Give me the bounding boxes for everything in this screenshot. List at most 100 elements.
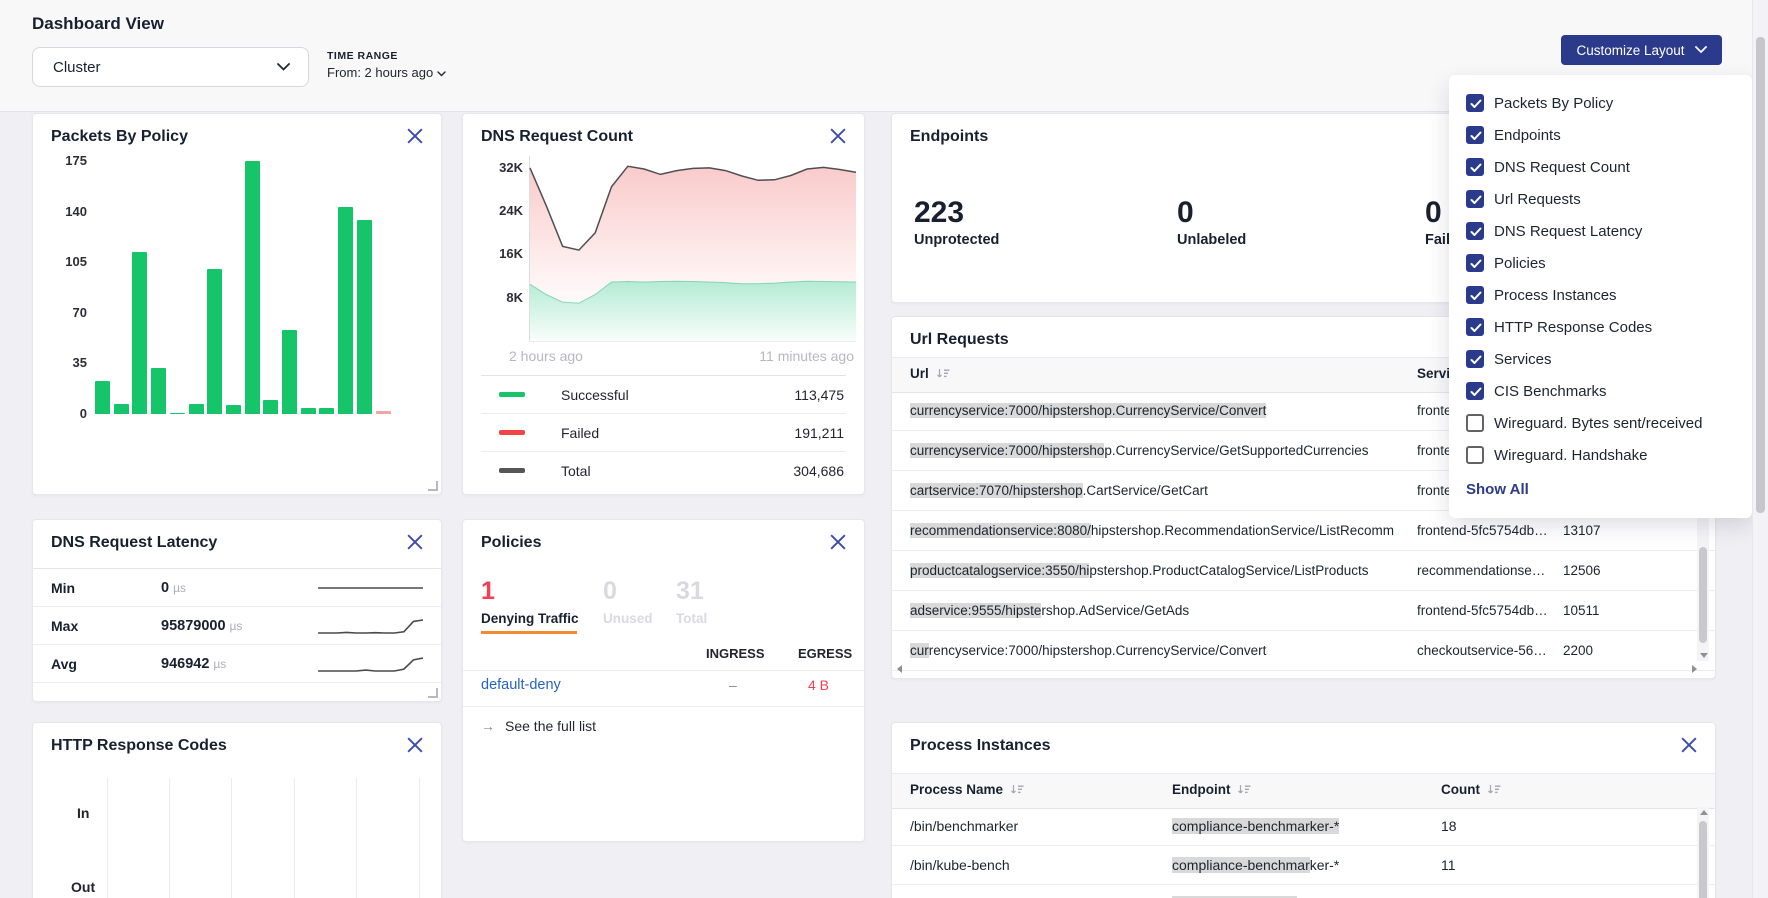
sparkline <box>318 615 423 637</box>
close-icon[interactable] <box>830 534 846 550</box>
arrow-right-icon: → <box>481 718 495 734</box>
close-icon[interactable] <box>407 128 423 144</box>
menu-item-cis-benchmarks[interactable]: CIS Benchmarks <box>1449 375 1752 407</box>
checkbox-icon[interactable] <box>1466 254 1484 272</box>
stat-denying-traffic[interactable]: 1 Denying Traffic <box>481 578 579 626</box>
show-all-link[interactable]: Show All <box>1466 481 1752 498</box>
time-range: TIME RANGE From: 2 hours ago <box>327 50 446 80</box>
x-label-right: 11 minutes ago <box>759 348 854 364</box>
ingress-value: – <box>729 677 737 693</box>
checkbox-icon[interactable] <box>1466 158 1484 176</box>
process-rows: /bin/benchmarker compliance-benchmarker-… <box>892 807 1715 898</box>
close-icon[interactable] <box>407 737 423 753</box>
y-tick-label: 70 <box>41 304 87 322</box>
stat-unused[interactable]: 0 Unused <box>603 578 653 626</box>
menu-item-packets-by-policy[interactable]: Packets By Policy <box>1449 87 1752 119</box>
customize-layout-button[interactable]: Customize Layout <box>1561 35 1722 65</box>
page-title: Dashboard View <box>32 14 164 34</box>
table-row[interactable]: adservice:9555/hipstershop.AdService/Get… <box>892 591 1715 631</box>
area-chart <box>529 156 856 342</box>
menu-item-process-instances[interactable]: Process Instances <box>1449 279 1752 311</box>
menu-item-wireguard-bytes[interactable]: Wireguard. Bytes sent/received <box>1449 407 1752 439</box>
column-header-process-name[interactable]: Process Name <box>910 782 1024 797</box>
y-tick-label: 24K <box>477 202 523 220</box>
page-scrollbar-thumb[interactable] <box>1756 37 1765 513</box>
bar <box>376 411 391 414</box>
menu-item-dns-request-latency[interactable]: DNS Request Latency <box>1449 215 1752 247</box>
resize-handle[interactable] <box>428 481 438 491</box>
y-tick-label: 140 <box>41 203 87 221</box>
view-selector-value: Cluster <box>53 59 101 76</box>
bar-chart <box>95 161 395 414</box>
sort-icon <box>1487 784 1501 795</box>
close-icon[interactable] <box>407 534 423 550</box>
checkbox-icon[interactable] <box>1466 222 1484 240</box>
scroll-left-icon[interactable] <box>897 665 902 673</box>
time-range-from[interactable]: From: 2 hours ago <box>327 65 446 80</box>
policy-link[interactable]: default-deny <box>481 677 561 693</box>
column-header-endpoint[interactable]: Endpoint <box>1172 782 1251 797</box>
menu-item-policies[interactable]: Policies <box>1449 247 1752 279</box>
scroll-up-icon[interactable] <box>1700 810 1708 815</box>
column-header-count[interactable]: Count <box>1441 782 1501 797</box>
menu-item-endpoints[interactable]: Endpoints <box>1449 119 1752 151</box>
view-selector[interactable]: Cluster <box>32 47 309 87</box>
latency-row-max: Max 95879000 µs <box>33 607 441 645</box>
checkbox-icon[interactable] <box>1466 286 1484 304</box>
menu-item-services[interactable]: Services <box>1449 343 1752 375</box>
close-icon[interactable] <box>1681 737 1697 753</box>
close-icon[interactable] <box>830 128 846 144</box>
see-full-list-link[interactable]: →See the full list <box>481 718 596 734</box>
checkbox-icon[interactable] <box>1466 350 1484 368</box>
menu-item-http-response-codes[interactable]: HTTP Response Codes <box>1449 311 1752 343</box>
sparkline <box>318 577 423 599</box>
legend-row: Failed 191,211 <box>481 414 846 452</box>
table-row[interactable]: productcatalogservice:3550/hipstershop.P… <box>892 551 1715 591</box>
bar <box>189 404 204 414</box>
time-range-label: TIME RANGE <box>327 50 446 62</box>
total-swatch <box>499 468 525 473</box>
legend: Successful 113,475 Failed 191,211 Total … <box>481 375 846 489</box>
vertical-scrollbar[interactable] <box>1697 807 1709 898</box>
customize-layout-menu: Packets By Policy Endpoints DNS Request … <box>1449 75 1752 518</box>
scrollbar-thumb[interactable] <box>1699 821 1707 898</box>
horizontal-scrollbar[interactable] <box>894 663 1713 675</box>
resize-handle[interactable] <box>428 688 438 698</box>
table-row[interactable]: /bin/benchmarker compliance-benchmarker-… <box>892 807 1715 846</box>
checkbox-icon[interactable] <box>1466 190 1484 208</box>
x-label-left: 2 hours ago <box>509 348 583 364</box>
scroll-right-icon[interactable] <box>1692 665 1697 673</box>
checkbox-icon[interactable] <box>1466 414 1484 432</box>
checkbox-icon[interactable] <box>1466 94 1484 112</box>
checkbox-icon[interactable] <box>1466 126 1484 144</box>
y-tick-label: 175 <box>41 152 87 170</box>
checkbox-icon[interactable] <box>1466 446 1484 464</box>
scroll-down-icon[interactable] <box>1700 653 1708 658</box>
active-tab-underline <box>481 631 577 634</box>
sort-icon <box>936 368 950 379</box>
sort-icon <box>1010 784 1024 795</box>
latency-row-min: Min 0 µs <box>33 569 441 607</box>
menu-item-wireguard-handshake[interactable]: Wireguard. Handshake <box>1449 439 1752 471</box>
table-row[interactable]: benchmarker compliance-benchmarker-* 9 <box>892 885 1715 898</box>
menu-item-url-requests[interactable]: Url Requests <box>1449 183 1752 215</box>
card-title: Endpoints <box>910 128 988 146</box>
table-row[interactable]: /bin/kube-bench compliance-benchmarker-*… <box>892 846 1715 885</box>
checkbox-icon[interactable] <box>1466 318 1484 336</box>
checkbox-icon[interactable] <box>1466 382 1484 400</box>
menu-item-dns-request-count[interactable]: DNS Request Count <box>1449 151 1752 183</box>
column-header-url[interactable]: Url <box>910 366 950 381</box>
bar <box>282 330 297 414</box>
y-tick-label: 35 <box>41 354 87 372</box>
policies-card: Policies 1 Denying Traffic 0 Unused 31 T… <box>462 519 865 842</box>
failed-swatch <box>499 430 525 435</box>
row-label-in: In <box>77 805 89 821</box>
dns-request-count-card: DNS Request Count 32K24K16K8K <box>462 113 865 495</box>
page-scrollbar[interactable] <box>1752 0 1768 898</box>
stat-unprotected: 223 Unprotected <box>914 198 999 248</box>
egress-value: 4 B <box>808 677 829 693</box>
y-axis: 17514010570350 <box>41 114 87 494</box>
scrollbar-thumb[interactable] <box>1699 547 1707 643</box>
stat-total[interactable]: 31 Total <box>676 578 707 626</box>
y-tick-label: 105 <box>41 253 87 271</box>
